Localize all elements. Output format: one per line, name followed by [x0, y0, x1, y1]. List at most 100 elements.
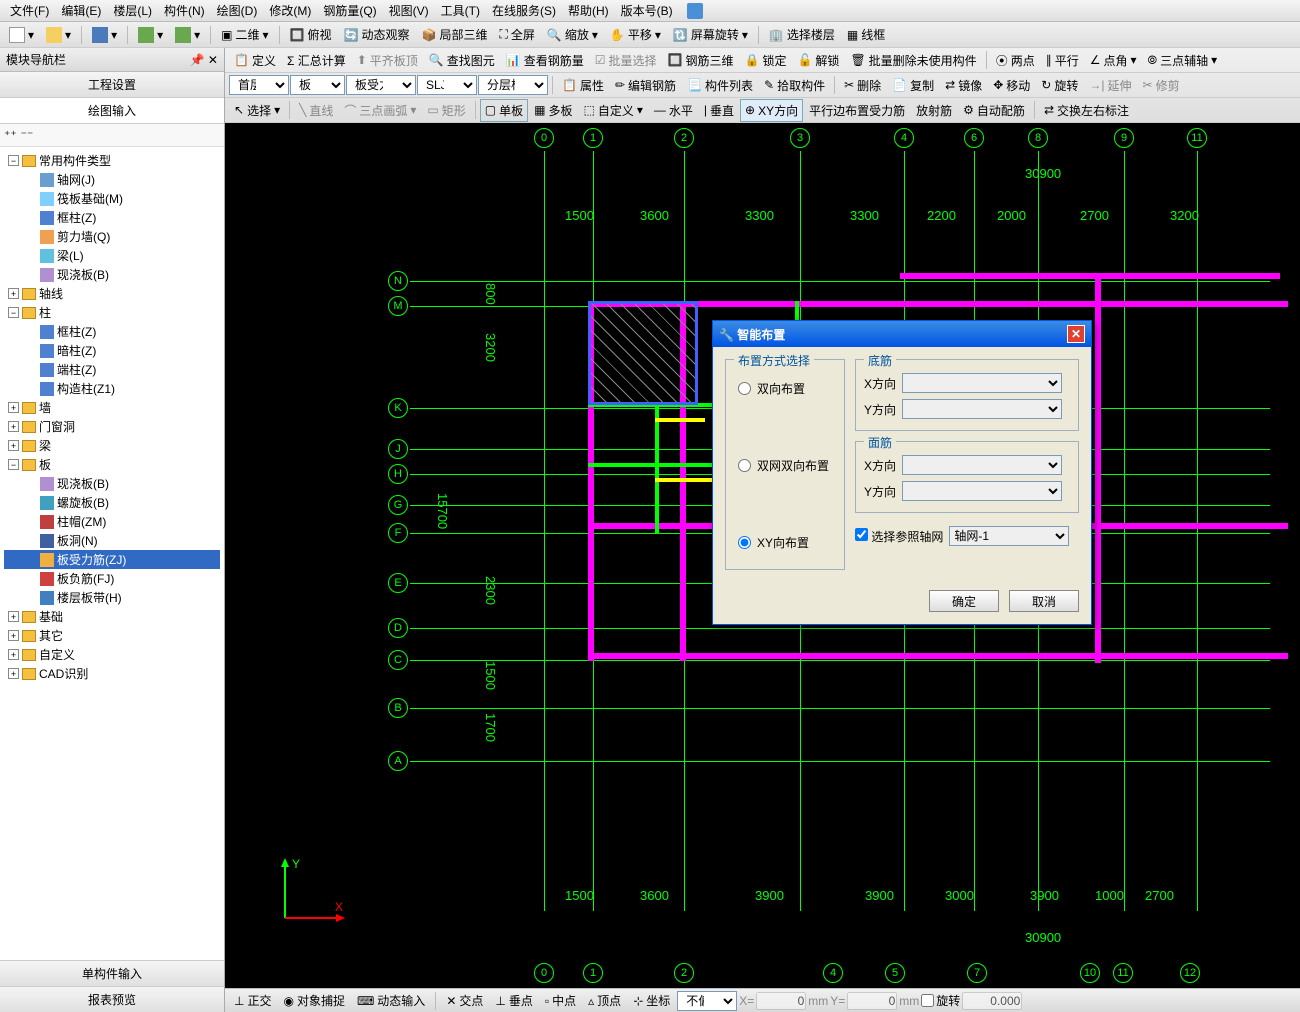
offset-combo[interactable]: 不偏移: [677, 991, 737, 1011]
local-3d-button[interactable]: 📦 局部三维: [416, 23, 492, 46]
radio-xy[interactable]: XY向布置: [734, 524, 836, 561]
tree-item[interactable]: 框柱(Z): [4, 322, 220, 341]
parallel-button[interactable]: ∥ 平行: [1041, 49, 1084, 72]
point-angle-button[interactable]: ∠ 点角 ▾: [1085, 49, 1142, 72]
top-view-button[interactable]: 🔲 俯视: [285, 23, 337, 46]
midpoint-toggle[interactable]: ▫ 中点: [540, 989, 581, 1012]
tree-item[interactable]: 楼层板带(H): [4, 588, 220, 607]
rebar-3d-button[interactable]: 🔲 钢筋三维: [663, 49, 739, 72]
vertex-toggle[interactable]: ▵ 顶点: [583, 989, 626, 1012]
tree-item[interactable]: 板负筋(FJ): [4, 569, 220, 588]
ref-grid-check[interactable]: 选择参照轴网: [855, 528, 943, 545]
expander-icon[interactable]: −: [8, 307, 19, 318]
top-y-combo[interactable]: [902, 481, 1062, 501]
tree-item[interactable]: 暗柱(Z): [4, 341, 220, 360]
find-element-button[interactable]: 🔍 查找图元: [424, 49, 500, 72]
tab-draw-input[interactable]: 绘图输入: [0, 98, 224, 124]
expander-icon[interactable]: −: [8, 459, 19, 470]
osnap-toggle[interactable]: ◉ 对象捕捉: [278, 989, 350, 1012]
edit-rebar-button[interactable]: ✏ 编辑钢筋: [610, 74, 681, 97]
panel-pin-icon[interactable]: 📌 ✕: [190, 53, 218, 67]
zoom-button[interactable]: 🔍 缩放 ▾: [542, 23, 603, 46]
tab-project-settings[interactable]: 工程设置: [0, 72, 224, 98]
calc-button[interactable]: Σ 汇总计算: [282, 49, 351, 72]
bottom-y-combo[interactable]: [902, 399, 1062, 419]
tab-report-preview[interactable]: 报表预览: [0, 986, 224, 1012]
select-floor-button[interactable]: 🏢 选择楼层: [764, 23, 840, 46]
move-button[interactable]: ✥ 移动: [988, 74, 1035, 97]
menu-view[interactable]: 视图(V): [383, 0, 435, 21]
component-list-button[interactable]: 📃 构件列表: [682, 74, 758, 97]
open-button[interactable]: ▾: [41, 24, 76, 46]
tree-item-raft[interactable]: 筏板基础(M): [4, 189, 220, 208]
top-x-combo[interactable]: [902, 455, 1062, 475]
define-button[interactable]: 📋 定义: [229, 49, 281, 72]
dynamic-input-toggle[interactable]: ⌨ 动态输入: [352, 989, 430, 1012]
intersection-toggle[interactable]: ✕ 交点: [441, 989, 488, 1012]
rebar-type-combo[interactable]: 板受力筋: [346, 75, 416, 95]
three-point-aux-button[interactable]: ⦾ 三点辅轴 ▾: [1143, 49, 1223, 72]
tree-item-slab-rebar[interactable]: 板受力筋(ZJ): [4, 550, 220, 569]
view-rebar-button[interactable]: 📊 查看钢筋量: [501, 49, 589, 72]
ref-grid-combo[interactable]: 轴网-1: [949, 526, 1069, 546]
horizontal-button[interactable]: — 水平: [649, 99, 698, 122]
menu-modify[interactable]: 修改(M): [263, 0, 317, 21]
radio-bidir[interactable]: 双向布置: [734, 370, 836, 407]
unlock-button[interactable]: 🔓 解锁: [792, 49, 844, 72]
parallel-edge-button[interactable]: 平行边布置受力筋: [804, 99, 910, 122]
redo-button[interactable]: ▾: [170, 24, 205, 46]
menu-version[interactable]: 版本号(B): [615, 0, 679, 21]
menu-draw[interactable]: 绘图(D): [211, 0, 264, 21]
mirror-button[interactable]: ⇄ 镜像: [940, 74, 987, 97]
component-combo[interactable]: 板: [290, 75, 345, 95]
cancel-button[interactable]: 取消: [1009, 590, 1079, 612]
tree-group-wall[interactable]: +墙: [4, 398, 220, 417]
xy-direction-button[interactable]: ⊕ XY方向: [740, 99, 803, 122]
tree-group-custom[interactable]: +自定义: [4, 645, 220, 664]
save-button[interactable]: ▾: [87, 24, 122, 46]
coord-toggle[interactable]: ⊹ 坐标: [628, 989, 675, 1012]
swap-label-button[interactable]: ⇄ 交换左右标注: [1039, 99, 1134, 122]
radial-rebar-button[interactable]: 放射筋: [911, 99, 957, 122]
tree-item-beam[interactable]: 梁(L): [4, 246, 220, 265]
fullscreen-button[interactable]: ⛶ 全屏: [494, 23, 539, 46]
rebar-id-combo[interactable]: SLJ-1: [417, 75, 477, 95]
expander-icon[interactable]: +: [8, 402, 19, 413]
menu-rebar[interactable]: 钢筋量(Q): [317, 0, 382, 21]
tree-item[interactable]: 柱帽(ZM): [4, 512, 220, 531]
tree-item[interactable]: 现浇板(B): [4, 474, 220, 493]
rotate-button[interactable]: ↻ 旋转: [1036, 74, 1083, 97]
tree-group-cad[interactable]: +CAD识别: [4, 664, 220, 683]
orbit-button[interactable]: 🔄 动态观察: [339, 23, 415, 46]
tree-item[interactable]: 端柱(Z): [4, 360, 220, 379]
tree-item-wall[interactable]: 剪力墙(Q): [4, 227, 220, 246]
menu-component[interactable]: 构件(N): [158, 0, 211, 21]
expander-icon[interactable]: −: [8, 155, 19, 166]
vertical-button[interactable]: | 垂直: [699, 99, 739, 122]
pick-component-button[interactable]: ✎ 拾取构件: [759, 74, 830, 97]
tree-group-opening[interactable]: +门窗洞: [4, 417, 220, 436]
new-button[interactable]: ▾: [4, 24, 39, 46]
multi-slab-button[interactable]: ▦ 多板: [529, 99, 577, 122]
menu-floor[interactable]: 楼层(L): [107, 0, 158, 21]
tree-item[interactable]: 构造柱(Z1): [4, 379, 220, 398]
custom-button[interactable]: ⬚ 自定义 ▾: [579, 99, 648, 122]
tree-group-column[interactable]: −柱: [4, 303, 220, 322]
tree-item-col[interactable]: 框柱(Z): [4, 208, 220, 227]
wireframe-button[interactable]: ▦ 线框: [842, 23, 890, 46]
single-slab-button[interactable]: ▢ 单板: [480, 99, 528, 122]
menu-edit[interactable]: 编辑(E): [55, 0, 107, 21]
expander-icon[interactable]: +: [8, 668, 19, 679]
select-button[interactable]: ↖ 选择 ▾: [229, 99, 285, 122]
layer-combo[interactable]: 分层板1: [478, 75, 548, 95]
expander-icon[interactable]: +: [8, 440, 19, 451]
expander-icon[interactable]: +: [8, 649, 19, 660]
component-tree[interactable]: −常用构件类型 轴网(J) 筏板基础(M) 框柱(Z) 剪力墙(Q) 梁(L) …: [0, 147, 224, 960]
ortho-toggle[interactable]: ⊥ 正交: [229, 989, 276, 1012]
close-icon[interactable]: ✕: [1067, 325, 1085, 343]
tree-group-beam[interactable]: +梁: [4, 436, 220, 455]
tree-group-axis[interactable]: +轴线: [4, 284, 220, 303]
tree-item-slab[interactable]: 现浇板(B): [4, 265, 220, 284]
pan-button[interactable]: ✋ 平移 ▾: [605, 23, 666, 46]
tree-expand-icon[interactable]: ⁺⁺: [4, 128, 17, 142]
